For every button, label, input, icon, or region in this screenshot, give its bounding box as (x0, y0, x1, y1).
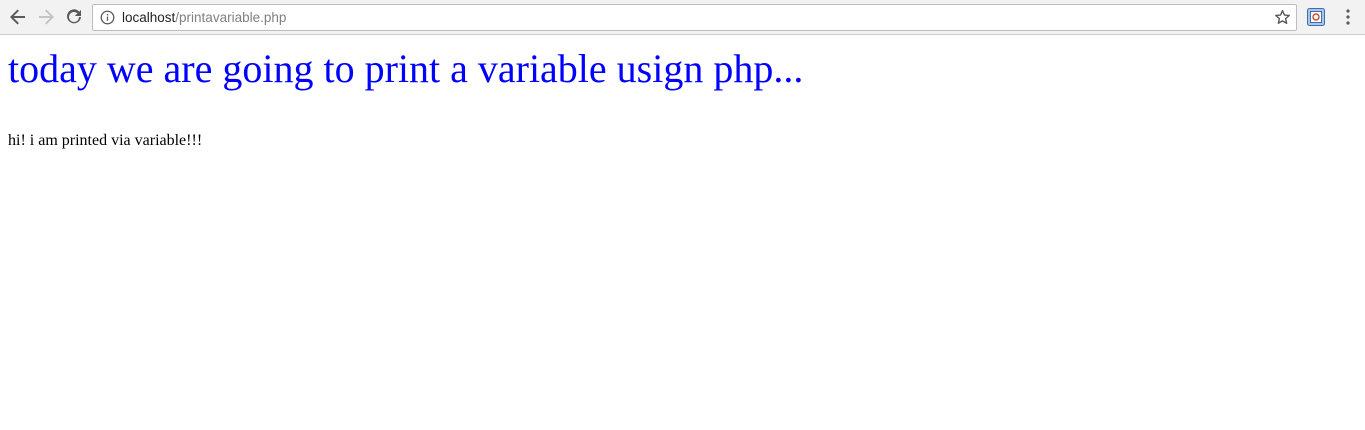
back-arrow-icon (10, 9, 25, 25)
url-path: /printavariable.php (175, 10, 287, 25)
address-bar[interactable]: localhost/printavariable.php (92, 4, 1297, 31)
reload-button[interactable] (62, 5, 86, 29)
kebab-menu-icon[interactable] (1340, 8, 1356, 26)
star-icon[interactable] (1274, 9, 1291, 26)
browser-toolbar: localhost/printavariable.php (0, 0, 1365, 35)
page-heading: today we are going to print a variable u… (8, 46, 804, 91)
forward-arrow-icon (39, 9, 54, 25)
page-content: today we are going to print a variable u… (0, 36, 1365, 430)
url-host: localhost (122, 10, 176, 25)
extension-icon[interactable] (1307, 8, 1325, 26)
page-text: hi! i am printed via variable!!! (8, 132, 203, 149)
info-icon[interactable] (100, 10, 115, 25)
url-text[interactable]: localhost/printavariable.php (122, 10, 286, 26)
reload-icon (67, 9, 81, 24)
back-button[interactable] (6, 5, 30, 29)
forward-button[interactable] (34, 5, 58, 29)
